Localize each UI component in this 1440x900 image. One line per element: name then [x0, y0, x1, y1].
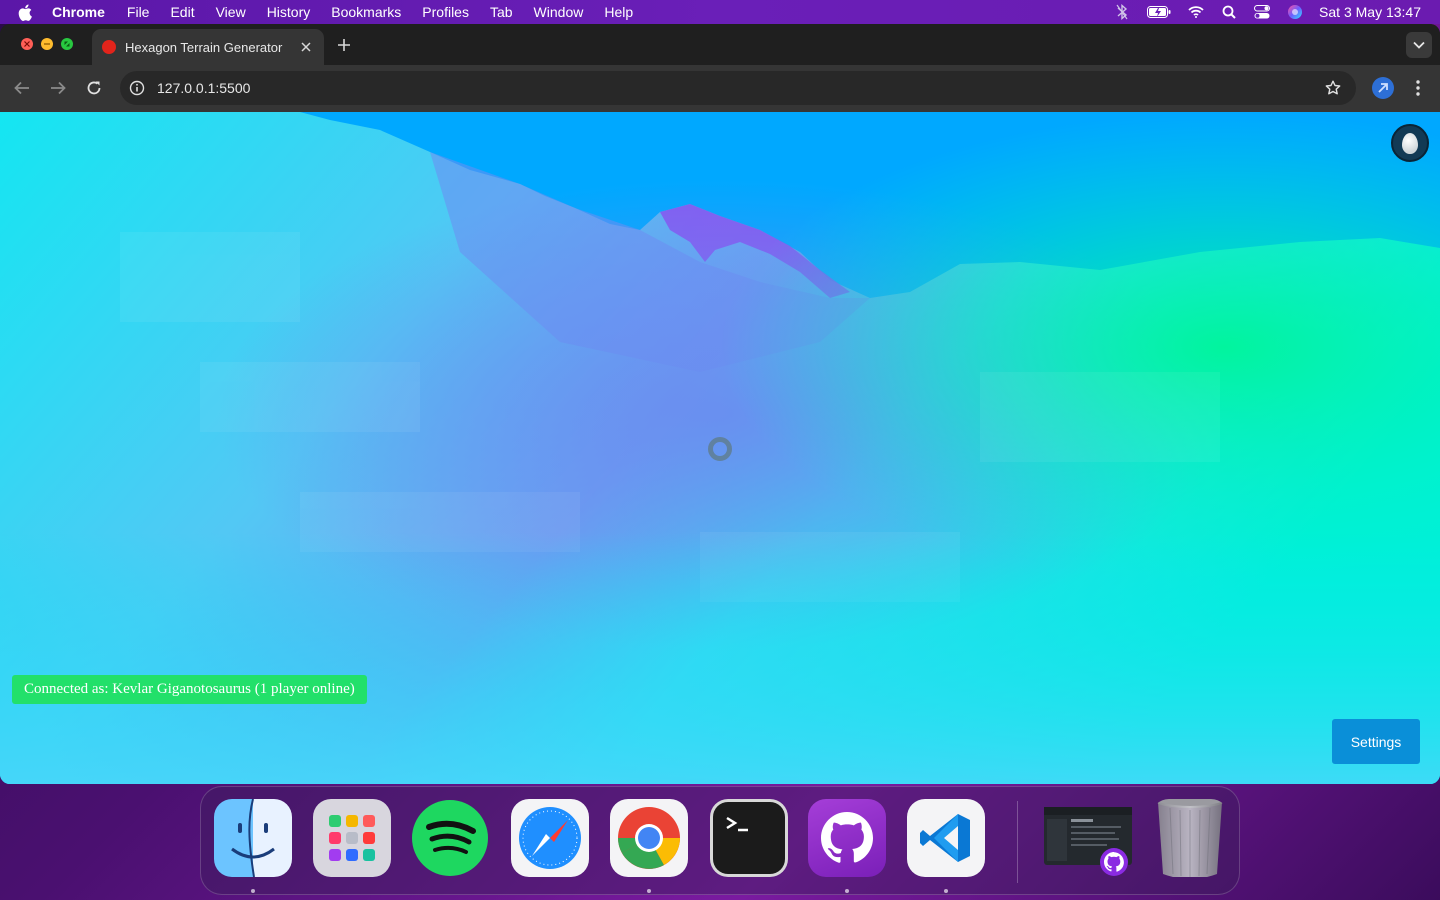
menu-help[interactable]: Help: [604, 4, 633, 20]
settings-button[interactable]: Settings: [1332, 719, 1420, 764]
bluetooth-icon[interactable]: [1114, 4, 1130, 20]
minimized-window-thumbnail[interactable]: [1041, 799, 1135, 877]
apple-logo-icon[interactable]: [18, 4, 38, 21]
back-button[interactable]: [13, 79, 31, 97]
menu-bar: Chrome File Edit View History Bookmarks …: [0, 0, 1440, 24]
menu-tab[interactable]: Tab: [490, 4, 513, 20]
dock: [200, 786, 1240, 895]
launchpad-icon[interactable]: [313, 799, 391, 877]
menu-profiles[interactable]: Profiles: [422, 4, 469, 20]
safari-icon[interactable]: [511, 799, 589, 877]
menu-bookmarks[interactable]: Bookmarks: [331, 4, 401, 20]
battery-icon[interactable]: [1147, 4, 1171, 20]
fullscreen-window-button[interactable]: [61, 38, 73, 50]
github-desktop-icon[interactable]: [808, 799, 886, 877]
terrain-canvas[interactable]: Connected as: Kevlar Giganotosaurus (1 p…: [0, 112, 1440, 784]
menu-bar-status-area: Sat 3 May 13:47: [1097, 0, 1440, 24]
egg-avatar-icon: [1402, 132, 1418, 154]
crosshair-icon: [708, 437, 732, 461]
spotify-icon[interactable]: [411, 799, 489, 877]
address-bar[interactable]: 127.0.0.1:5500: [120, 71, 1356, 105]
chrome-icon[interactable]: [610, 799, 688, 877]
terminal-icon[interactable]: [710, 799, 788, 877]
minimize-window-button[interactable]: [41, 38, 53, 50]
siri-icon[interactable]: [1287, 4, 1303, 20]
spotlight-search-icon[interactable]: [1221, 4, 1237, 20]
tab-title: Hexagon Terrain Generator: [125, 39, 283, 55]
tab-search-button[interactable]: [1406, 32, 1432, 58]
close-window-button[interactable]: [21, 38, 33, 50]
new-tab-button[interactable]: [335, 36, 353, 54]
control-center-icon[interactable]: [1254, 4, 1271, 20]
menu-edit[interactable]: Edit: [170, 4, 194, 20]
tab-favicon-icon: [102, 40, 116, 54]
connection-status: Connected as: Kevlar Giganotosaurus (1 p…: [12, 675, 367, 704]
browser-menu-icon[interactable]: [1410, 78, 1426, 98]
profile-avatar-button[interactable]: [1391, 124, 1429, 162]
trash-icon[interactable]: [1151, 799, 1229, 877]
menu-bar-clock[interactable]: Sat 3 May 13:47: [1319, 4, 1421, 20]
site-info-icon[interactable]: [129, 80, 145, 96]
tab-hexagon-terrain-generator[interactable]: Hexagon Terrain Generator: [92, 29, 324, 65]
menu-window[interactable]: Window: [534, 4, 584, 20]
menu-app-name[interactable]: Chrome: [52, 4, 105, 20]
dock-separator: [1017, 801, 1018, 883]
extension-icon[interactable]: [1372, 77, 1394, 99]
finder-icon[interactable]: [214, 799, 292, 877]
finder-running-indicator: [251, 889, 255, 893]
tab-close-icon[interactable]: [298, 39, 314, 55]
menu-history[interactable]: History: [267, 4, 311, 20]
terminal-screen: [713, 802, 785, 874]
vscode-running-indicator: [944, 889, 948, 893]
chrome-running-indicator: [647, 889, 651, 893]
menu-file[interactable]: File: [127, 4, 150, 20]
window-controls: [21, 38, 81, 50]
browser-window: Hexagon Terrain Generator 127.0.0.1:5500: [0, 24, 1440, 784]
wifi-icon[interactable]: [1188, 4, 1204, 20]
reload-button[interactable]: [85, 79, 103, 97]
bookmark-star-icon[interactable]: [1324, 79, 1342, 97]
browser-toolbar: 127.0.0.1:5500: [0, 65, 1440, 112]
github-desktop-running-indicator: [845, 889, 849, 893]
url-text[interactable]: 127.0.0.1:5500: [157, 80, 250, 96]
menu-view[interactable]: View: [216, 4, 246, 20]
forward-button[interactable]: [49, 79, 67, 97]
vscode-icon[interactable]: [907, 799, 985, 877]
tab-strip: Hexagon Terrain Generator: [0, 24, 1440, 65]
